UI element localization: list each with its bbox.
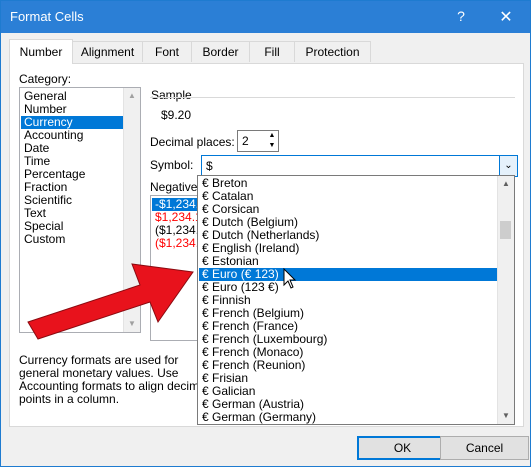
dialog-title: Format Cells (10, 9, 84, 24)
scroll-thumb[interactable] (500, 221, 511, 239)
negative-numbers-label: Negative (150, 180, 198, 194)
mouse-pointer-icon (283, 268, 297, 289)
title-bar[interactable]: Format Cells ? ✕ (1, 1, 530, 33)
tab-protection[interactable]: Protection (294, 41, 371, 62)
sample-value: $9.20 (161, 108, 192, 122)
symbol-select[interactable]: $ ⌄ (201, 155, 518, 177)
category-label: Category: (19, 72, 72, 86)
symbol-value[interactable]: $ (206, 159, 213, 173)
symbol-dropdown-list[interactable]: € Breton € Catalan € Corsican € Dutch (B… (197, 175, 515, 425)
dropdown-scrollbar[interactable]: ▲ ▼ (497, 176, 514, 424)
decimal-places-stepper[interactable]: 2 ▲ ▼ (237, 130, 279, 152)
decimal-places-label: Decimal places: (150, 135, 235, 149)
format-cells-dialog: Format Cells ? ✕ Number Alignment Font B… (0, 0, 531, 467)
help-button[interactable]: ? (453, 8, 469, 24)
tab-fill[interactable]: Fill (249, 41, 295, 62)
scroll-up-icon[interactable]: ▲ (498, 176, 514, 192)
decimal-places-value[interactable]: 2 (242, 134, 249, 148)
increment-icon[interactable]: ▲ (266, 131, 278, 141)
ok-button[interactable]: OK (357, 436, 448, 460)
chevron-down-icon[interactable]: ⌄ (499, 156, 517, 176)
scroll-down-icon[interactable]: ▼ (498, 408, 514, 424)
tab-number[interactable]: Number (9, 39, 73, 64)
symbol-label: Symbol: (150, 158, 194, 172)
symbol-option[interactable]: € German (Germany) (199, 411, 498, 424)
red-arrow-icon (27, 263, 194, 340)
cancel-button[interactable]: Cancel (440, 436, 529, 460)
close-button[interactable]: ✕ (498, 7, 514, 27)
tab-font[interactable]: Font (142, 41, 192, 62)
tab-border[interactable]: Border (191, 41, 250, 62)
format-description: Currency formats are used for general mo… (19, 353, 209, 406)
tab-alignment[interactable]: Alignment (72, 41, 143, 62)
scroll-up-icon[interactable]: ▲ (124, 88, 140, 104)
sample-group (150, 97, 515, 128)
decrement-icon[interactable]: ▼ (266, 141, 278, 151)
